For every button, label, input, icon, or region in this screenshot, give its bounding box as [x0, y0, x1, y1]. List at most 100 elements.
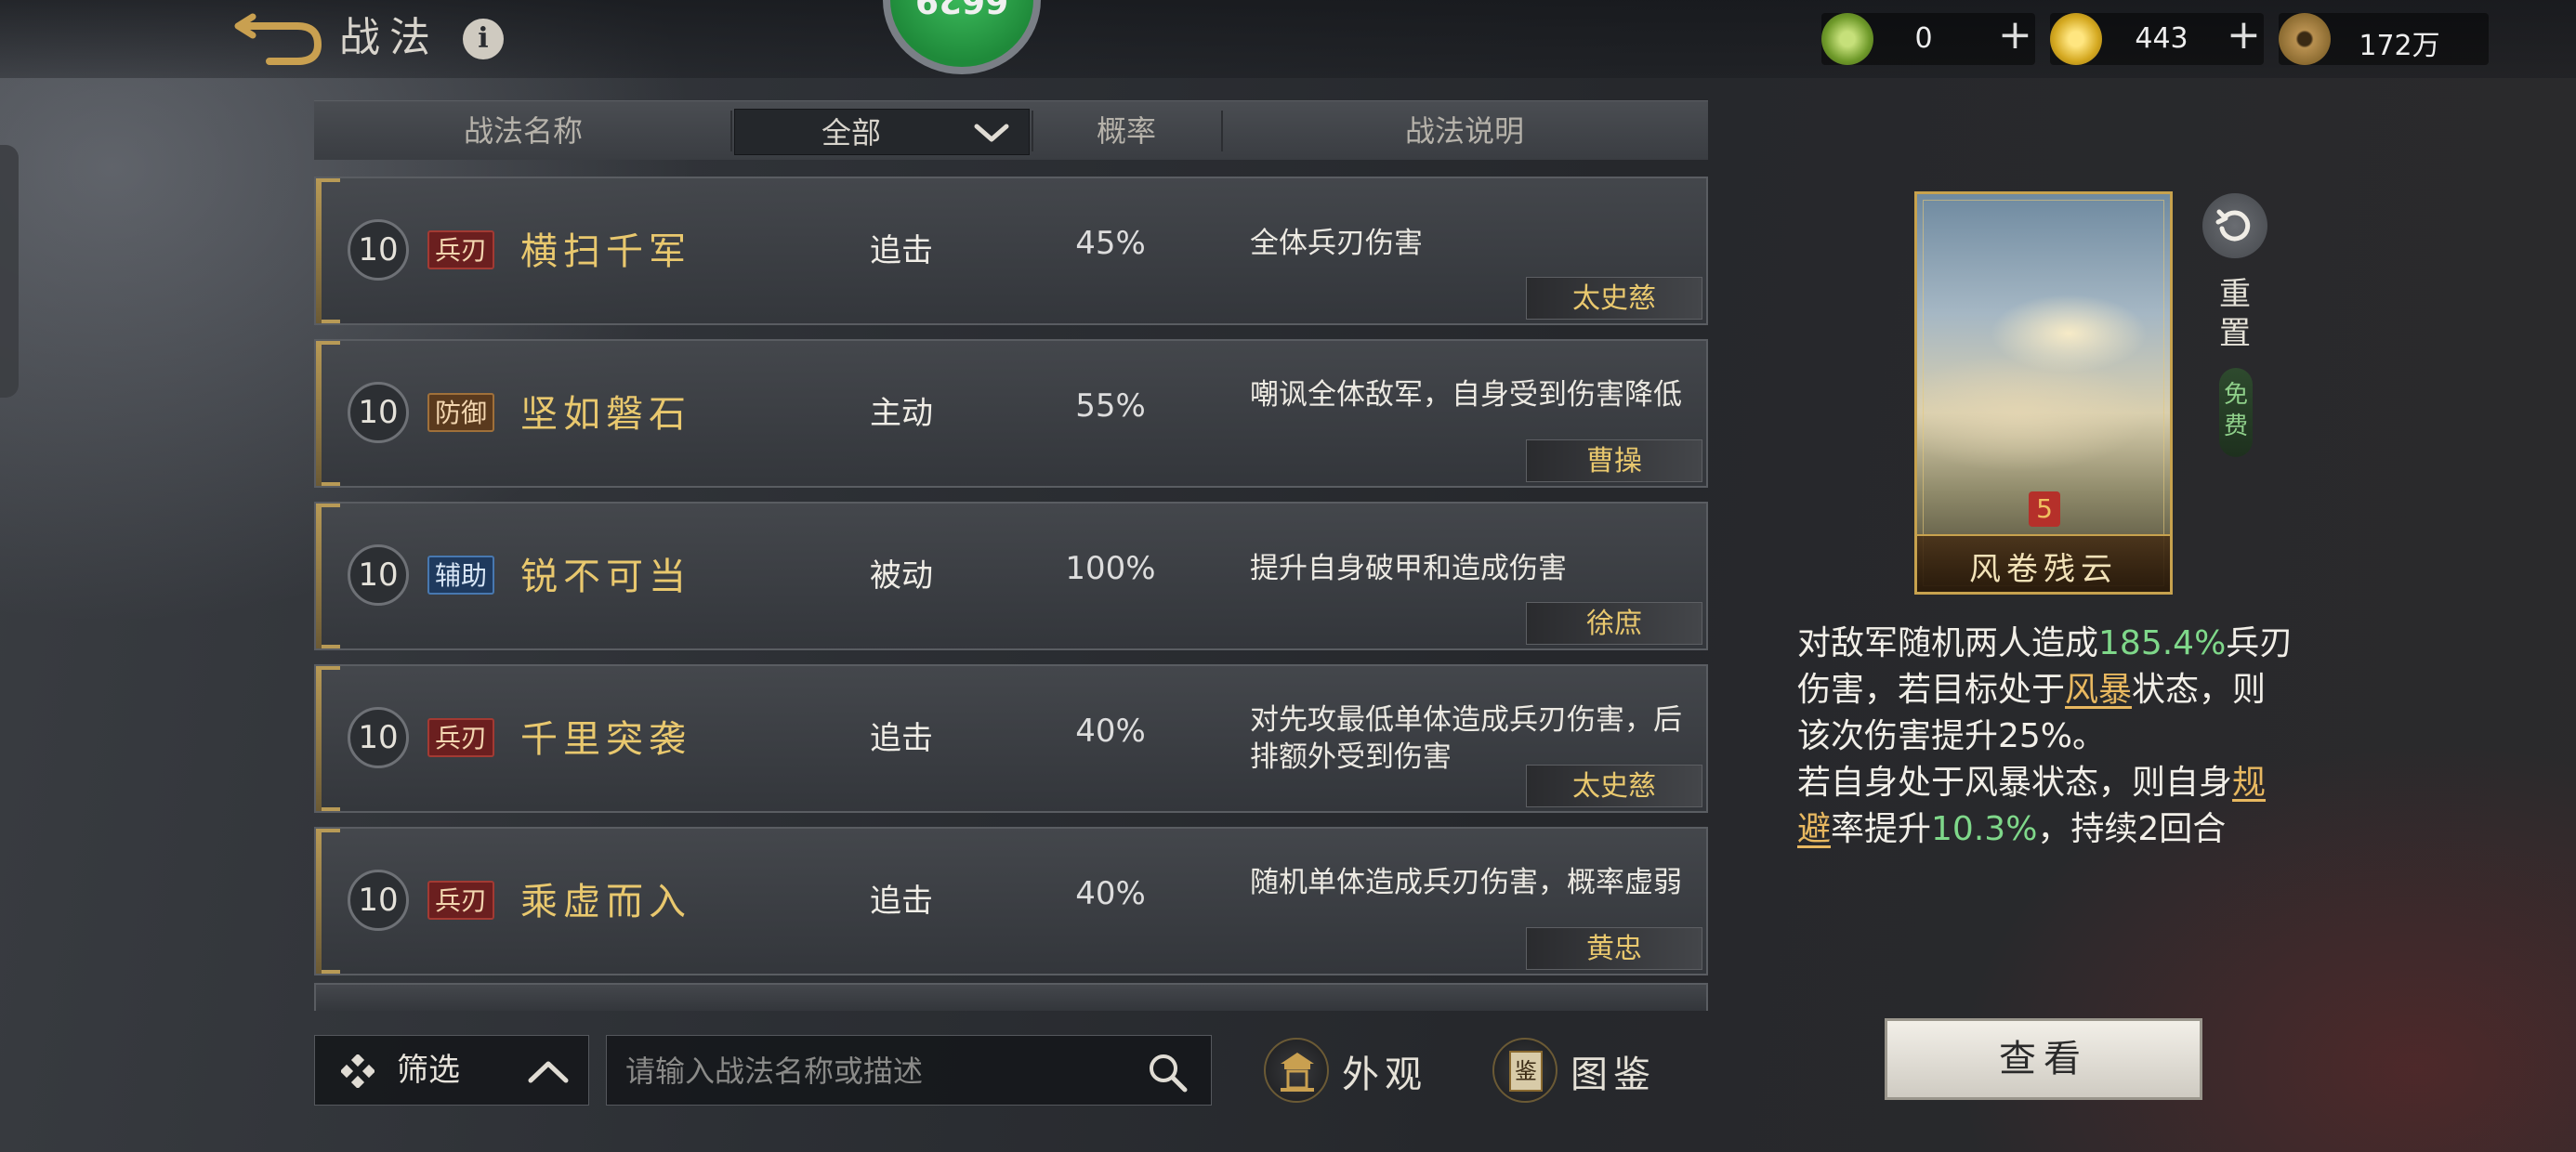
tactic-level: 10 [348, 707, 409, 768]
gold-ingot-icon [2050, 13, 2102, 65]
search-input[interactable] [625, 1047, 1127, 1095]
tactic-row[interactable]: 10 防御 坚如磐石 主动 55% 嘲讽全体敌军，自身受到伤害降低 曹操 [314, 339, 1708, 488]
currency-gold-value: 443 [2135, 22, 2188, 55]
row-accent [316, 504, 322, 648]
row-corner [322, 482, 340, 486]
search-icon[interactable] [1146, 1051, 1189, 1093]
tactic-rate: 40% [1075, 713, 1146, 750]
detail-text: 若自身处于风暴状态，则自身 [1797, 764, 2233, 802]
row-corner [322, 666, 340, 670]
filter-button-label: 筛选 [397, 1052, 460, 1089]
detail-text: ，持续2回合 [2037, 810, 2227, 848]
tactic-level: 10 [348, 382, 409, 443]
reset-label: 重置 [2219, 276, 2251, 352]
appearance-label: 外观 [1342, 1054, 1427, 1096]
tactic-level: 10 [348, 870, 409, 931]
info-icon[interactable]: i [463, 19, 504, 59]
reset-button[interactable] [2202, 193, 2267, 258]
tactic-name: 坚如磐石 [520, 393, 691, 436]
row-accent [316, 666, 322, 811]
tactic-description: 嘲讽全体敌军，自身受到伤害降低 [1250, 378, 1682, 412]
tactic-detail-text: 对敌军随机两人造成185.4%兵刃伤害，若目标处于风暴状态，则该次伤害提升25%… [1797, 621, 2299, 853]
tactic-hero: 曹操 [1526, 439, 1702, 482]
currency-gold: 443 + [2050, 11, 2264, 65]
pavilion-icon [1264, 1038, 1329, 1103]
tactic-type: 追击 [870, 720, 933, 757]
keyword-storm[interactable]: 风暴 [2065, 671, 2132, 709]
tactic-card: 5 风卷残云 [1914, 191, 2173, 595]
season-badge-text: 6629 [914, 0, 1009, 20]
tactic-type: 主动 [870, 395, 933, 432]
tactic-tag: 兵刃 [427, 230, 495, 269]
row-accent [316, 178, 322, 323]
add-jade-button[interactable]: + [1998, 11, 2032, 59]
codex-icon: 鉴 [1492, 1038, 1557, 1103]
tactic-name: 锐不可当 [520, 556, 691, 598]
damage-value: 185.4% [2098, 624, 2227, 662]
refresh-icon [2215, 209, 2251, 242]
tactic-row[interactable]: 10 兵刃 乘虚而入 追击 40% 随机单体造成兵刃伤害，概率虚弱 黄忠 [314, 827, 1708, 975]
codex-label: 图鉴 [1571, 1054, 1656, 1096]
tactic-tag: 防御 [427, 393, 495, 432]
tactic-hero: 徐庶 [1526, 602, 1702, 645]
jade-coin-icon [1821, 13, 1873, 65]
tactic-tag: 兵刃 [427, 718, 495, 757]
view-button[interactable]: 查看 [1885, 1018, 2202, 1100]
category-filter-dropdown[interactable]: 全部 [734, 109, 1030, 155]
chevron-up-icon [528, 1061, 569, 1083]
tactic-description: 全体兵刃伤害 [1250, 227, 1423, 260]
copper-coin-icon [2279, 13, 2331, 65]
currency-copper: 172万 [2279, 13, 2489, 65]
currency-copper-value: 172万 [2359, 30, 2440, 62]
free-badge: 免费 [2219, 368, 2253, 457]
category-filter-value: 全部 [821, 115, 881, 151]
filter-button[interactable]: 筛选 [314, 1035, 589, 1106]
tactic-type: 追击 [870, 232, 933, 269]
tactic-level: 10 [348, 544, 409, 606]
row-corner [322, 807, 340, 811]
row-corner [322, 829, 340, 832]
tactic-type: 追击 [870, 883, 933, 920]
side-drawer-tab[interactable] [0, 145, 19, 398]
chevron-down-icon [974, 124, 1009, 142]
row-corner [322, 970, 340, 974]
codex-button[interactable]: 鉴 图鉴 [1492, 1035, 1660, 1106]
tactic-rate: 40% [1075, 875, 1146, 912]
detail-text: 率提升 [1831, 810, 1932, 848]
appearance-button[interactable]: 外观 [1264, 1035, 1431, 1106]
row-corner [322, 645, 340, 648]
tactic-description: 随机单体造成兵刃伤害，概率虚弱 [1250, 866, 1682, 899]
card-name: 风卷残云 [1969, 551, 2118, 588]
codex-icon-glyph: 鉴 [1509, 1051, 1543, 1092]
tactic-rate: 100% [1065, 550, 1156, 587]
page-title: 战法 [339, 14, 440, 61]
tactic-row[interactable]: 10 辅助 锐不可当 被动 100% 提升自身破甲和造成伤害 徐庶 [314, 502, 1708, 650]
tactic-hero: 太史慈 [1526, 765, 1702, 807]
card-name-bar: 风卷残云 [1917, 534, 2170, 592]
tactic-tag: 辅助 [427, 556, 495, 595]
row-accent [316, 341, 322, 486]
tactic-level: 10 [348, 219, 409, 281]
tactic-row-partial[interactable] [314, 983, 1708, 1011]
column-divider [730, 111, 732, 151]
add-gold-button[interactable]: + [2227, 11, 2261, 59]
back-arrow-icon[interactable] [232, 13, 325, 69]
card-frame [1923, 200, 2164, 586]
tactic-name: 千里突袭 [520, 718, 691, 761]
tactic-row[interactable]: 10 兵刃 横扫千军 追击 45% 全体兵刃伤害 太史慈 [314, 177, 1708, 325]
tactic-hero: 太史慈 [1526, 277, 1702, 320]
detail-text: 对敌军随机两人造成 [1797, 624, 2099, 662]
search-box [606, 1035, 1212, 1106]
tactic-rate: 45% [1075, 225, 1146, 262]
table-header: 战法名称 全部 概率 战法说明 [314, 100, 1708, 160]
tactic-rate: 55% [1075, 387, 1146, 425]
column-name-header: 战法名称 [463, 113, 583, 149]
tactic-row[interactable]: 10 兵刃 千里突袭 追击 40% 对先攻最低单体造成兵刃伤害，后排额外受到伤害… [314, 664, 1708, 813]
tactic-hero: 黄忠 [1526, 927, 1702, 970]
row-corner [322, 341, 340, 345]
column-rate-header: 概率 [1096, 113, 1156, 149]
row-corner [322, 178, 340, 182]
currency-jade-value: 0 [1914, 22, 1933, 55]
tactic-description: 提升自身破甲和造成伤害 [1250, 552, 1567, 585]
row-accent [316, 829, 322, 974]
